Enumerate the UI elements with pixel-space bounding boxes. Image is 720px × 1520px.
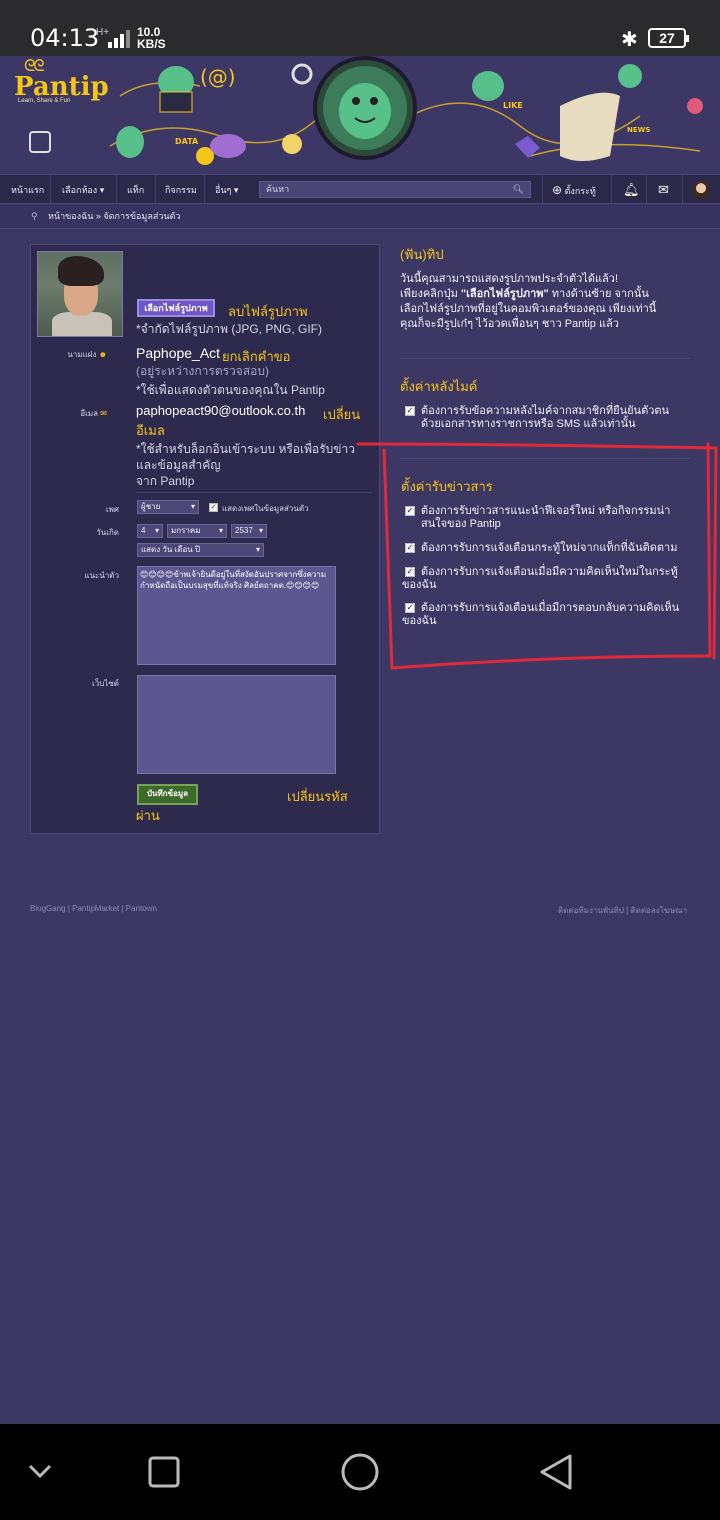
nav-more[interactable]: อื่นๆ ▾ — [215, 175, 238, 205]
search-input[interactable]: ค้นหา 🔍︎ — [259, 181, 531, 198]
plus-circle-icon: ⊕ — [552, 183, 563, 197]
email-label: อีเมล ✉ — [80, 409, 107, 418]
breadcrumb: ⚲ หน้าของฉัน » จัดการข้อมูลส่วนตัว — [0, 205, 720, 229]
pantip-logo[interactable]: ᘓᘓ Pantip Learn, Share & Fun — [14, 58, 109, 104]
nav-tags[interactable]: แท็ก — [127, 175, 144, 205]
tips-line-4: คุณก็จะมีรูปเก๋ๆ ไว้อวดเพื่อนๆ ชาว Panti… — [400, 318, 619, 330]
alias-note: *ใช้เพื่อแสดงตัวตนของคุณใน Pantip — [136, 383, 325, 397]
footer-link-pantown[interactable]: Pantown — [126, 904, 157, 913]
caret-down-icon: ▾ — [233, 185, 239, 195]
email-icon: ✉ — [100, 409, 107, 418]
svg-text:DATA: DATA — [175, 137, 199, 146]
bluetooth-icon: ✱ — [621, 29, 638, 51]
nav-down-icon[interactable] — [28, 1464, 52, 1479]
nav-activities[interactable]: กิจกรรม — [165, 175, 197, 205]
choose-photo-button[interactable]: เลือกไฟล์รูปภาพ — [137, 299, 215, 317]
nav-rooms[interactable]: เลือกห้อง ▾ — [62, 175, 104, 205]
net-speed: 10.0 KB/S — [137, 25, 166, 51]
caret-down-icon: ▾ — [99, 185, 105, 195]
alias-label: นามแฝง ☻ — [67, 350, 107, 359]
site-banner: (@) DATA LIKE NEWS ᘓᘓ Pantip Learn, Shar… — [0, 56, 720, 174]
mic-settings-title: ตั้งค่าหลังไมค์ — [400, 379, 478, 394]
mail-icon[interactable]: ✉ — [658, 175, 669, 205]
battery-icon: 27 — [648, 28, 689, 48]
new-topic-button[interactable]: ⊕ ตั้งกระทู้ — [552, 175, 596, 205]
bell-icon[interactable]: 🔔︎ — [623, 175, 640, 205]
photo-note: *จำกัดไฟล์รูปภาพ (JPG, PNG, GIF) — [136, 322, 323, 336]
delete-photo-link[interactable]: ลบไฟล์รูปภาพ — [228, 301, 308, 322]
person-icon: ☻ — [98, 350, 107, 359]
email-value: paphopeact90@outlook.co.th — [136, 403, 306, 418]
tips-title: (ฟัน)ทิป — [400, 247, 444, 262]
mic-verified-only-checkbox[interactable]: ✓ — [405, 406, 415, 416]
breadcrumb-path[interactable]: หน้าของฉัน » จัดการข้อมูลส่วนตัว — [48, 205, 180, 227]
divider — [400, 358, 690, 359]
nav-home-icon[interactable] — [341, 1453, 379, 1491]
system-nav-bar — [0, 1424, 720, 1520]
svg-text:LIKE: LIKE — [503, 101, 523, 110]
footer-links-right: ติดต่อทีมงานพันทิป | ติดต่อลงโฆษณา — [558, 906, 688, 915]
status-bar: 04:13 H+ 10.0 KB/S ✱ 27 — [0, 0, 720, 56]
footer-links-left: BlogGang | PantipMarket | Pantown — [30, 904, 157, 913]
footer-link-bloggang[interactable]: BlogGang — [30, 904, 66, 913]
pending-status: (อยู่ระหว่างการตรวจสอบ) — [136, 364, 269, 378]
nav-back-icon[interactable] — [540, 1454, 572, 1490]
search-icon[interactable]: 🔍︎ — [513, 182, 524, 197]
location-pin-icon: ⚲ — [31, 211, 38, 221]
svg-text:NEWS: NEWS — [627, 126, 650, 134]
profile-photo — [37, 251, 123, 337]
svg-text:(@): (@) — [200, 65, 236, 89]
nav-home[interactable]: หน้าแรก — [11, 175, 44, 205]
tips-line-2: เพียงคลิกปุ่ม "เลือกไฟล์รูปภาพ" ทางด้านซ… — [400, 288, 649, 300]
clock: 04:13 — [30, 24, 100, 52]
footer-link-advertise[interactable]: ติดต่อลงโฆษณา — [630, 906, 687, 915]
alias-value: Paphope_Act — [136, 345, 221, 361]
footer-link-pantipmarket[interactable]: PantipMarket — [72, 904, 119, 913]
tips-line-1: วันนี้คุณสามารถแสดงรูปภาพประจำตัวได้แล้ว… — [400, 273, 619, 285]
network-type: H+ — [96, 27, 110, 38]
user-avatar[interactable] — [692, 181, 710, 199]
footer-link-contact-staff[interactable]: ติดต่อทีมงานพันทิป — [558, 906, 624, 915]
nav-recents-icon[interactable] — [148, 1456, 180, 1488]
red-annotation — [356, 442, 718, 670]
tips-line-3: เลือกไฟล์รูปภาพที่อยู่ในคอมพิวเตอร์ของคุ… — [400, 303, 657, 315]
main-nav: หน้าแรก เลือกห้อง ▾ แท็ก กิจกรรม อื่นๆ ▾… — [0, 174, 720, 205]
